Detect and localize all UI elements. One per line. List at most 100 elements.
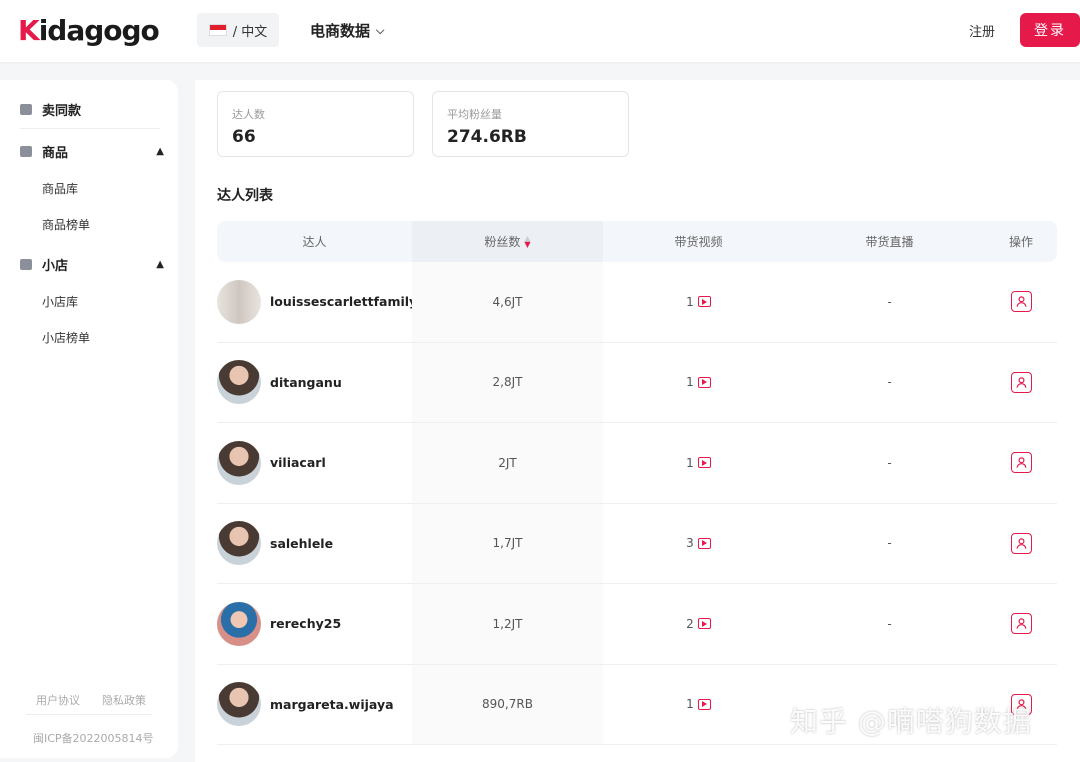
header-actions: 操作 (1008, 235, 1033, 249)
video-count-cell: 1 (603, 423, 794, 503)
table-row[interactable]: viliacarl 2JT 1 - (217, 423, 1057, 504)
creator-cell[interactable]: margareta.wijaya (217, 665, 412, 745)
action-cell (985, 343, 1057, 423)
user-agreement-link[interactable]: 用户协议 (36, 692, 80, 708)
video-link[interactable]: 3 (686, 536, 711, 550)
action-cell (985, 504, 1057, 584)
login-button[interactable]: 登录 (1020, 13, 1080, 47)
action-cell (985, 262, 1057, 342)
register-link[interactable]: 注册 (969, 21, 995, 40)
table-row[interactable]: salehlele 1,7JT 3 - (217, 503, 1057, 584)
sidebar-section-products[interactable]: 商品 ▲ (20, 142, 164, 161)
live-count: - (887, 294, 892, 309)
table-body: louissescarlettfamily 4,6JT 1 - ditangan… (217, 262, 1057, 745)
action-cell (985, 584, 1057, 664)
fans-count: 2,8JT (412, 342, 603, 422)
table-row[interactable]: rerechy25 1,2JT 2 - (217, 584, 1057, 665)
play-icon (697, 457, 711, 469)
creator-cell[interactable]: rerechy25 (217, 584, 412, 664)
play-icon (697, 376, 711, 388)
avatar[interactable] (217, 440, 261, 485)
table-row[interactable]: louissescarlettfamily 4,6JT 1 - (217, 262, 1057, 343)
view-profile-icon[interactable] (1010, 452, 1032, 474)
view-profile-icon[interactable] (1010, 613, 1032, 635)
sidebar: 卖同款 商品 ▲ 商品库 商品榜单 小店 ▲ 小店库 小店榜单 用户协议 隐私政… (0, 80, 178, 758)
play-icon (697, 296, 711, 308)
video-link[interactable]: 2 (686, 617, 711, 631)
fans-count: 1,7JT (412, 503, 603, 583)
avatar[interactable] (217, 360, 261, 405)
bag-icon (20, 146, 32, 157)
sidebar-item-shop-ranking[interactable]: 小店榜单 (42, 329, 90, 346)
fans-count: 4,6JT (412, 262, 603, 342)
creator-name[interactable]: louissescarlettfamily (270, 294, 417, 309)
live-count: - (887, 616, 892, 631)
watermark: 知乎 @嘀嗒狗数据 (790, 705, 1032, 738)
sidebar-footer-links: 用户协议 隐私政策 (36, 692, 146, 708)
creator-table: 达人 粉丝数 ▲ ▼ 带货视频 带货直播 操作 louissescarlettfa… (217, 221, 1057, 745)
sidebar-item-product-library[interactable]: 商品库 (42, 180, 78, 197)
live-count: - (887, 455, 892, 470)
fans-count: 2JT (412, 423, 603, 503)
store-icon (20, 259, 32, 270)
action-cell (985, 423, 1057, 503)
ecommerce-data-menu[interactable]: 电商数据 ⌵ (310, 20, 384, 41)
chevron-up-icon: ▲ (156, 146, 164, 157)
sort-icon[interactable]: ▲ ▼ (524, 234, 530, 248)
video-count-cell: 2 (603, 584, 794, 664)
live-count: - (887, 375, 892, 390)
video-link[interactable]: 1 (686, 295, 711, 309)
play-icon (697, 618, 711, 630)
sidebar-item-product-ranking[interactable]: 商品榜单 (42, 216, 90, 233)
stat-card-creator-count: 达人数 66 (217, 91, 414, 157)
creator-name[interactable]: viliacarl (270, 455, 326, 470)
chevron-down-icon: ⌵ (376, 23, 385, 37)
sidebar-item-same-product[interactable]: 卖同款 (20, 100, 164, 119)
shop-icon (20, 104, 32, 115)
live-count: - (887, 536, 892, 551)
icp-record: 闽ICP备2022005814号 (33, 732, 154, 745)
creator-name[interactable]: ditanganu (270, 375, 342, 390)
creator-list-title: 达人列表 (217, 188, 273, 204)
avatar[interactable] (217, 521, 261, 566)
video-link[interactable]: 1 (686, 697, 711, 711)
creator-cell[interactable]: salehlele (217, 504, 412, 584)
header-fans[interactable]: 粉丝数 ▲ ▼ (412, 221, 603, 262)
video-count-cell: 3 (603, 504, 794, 584)
video-link[interactable]: 1 (686, 456, 711, 470)
avatar[interactable] (217, 601, 261, 646)
language-switcher[interactable]: / 中文 (197, 13, 279, 47)
sidebar-item-shop-library[interactable]: 小店库 (42, 293, 78, 310)
divider (26, 714, 152, 715)
chevron-up-icon: ▲ (156, 259, 164, 270)
sidebar-section-shops[interactable]: 小店 ▲ (20, 255, 164, 274)
play-icon (697, 698, 711, 710)
main-content: 达人数 66 平均粉丝量 274.6RB 达人列表 达人 粉丝数 ▲ ▼ 带货视频… (195, 80, 1080, 762)
privacy-policy-link[interactable]: 隐私政策 (102, 692, 146, 708)
play-icon (697, 537, 711, 549)
view-profile-icon[interactable] (1010, 532, 1032, 554)
creator-name[interactable]: salehlele (270, 536, 333, 551)
avatar[interactable] (217, 682, 261, 727)
creator-cell[interactable]: louissescarlettfamily (217, 262, 417, 342)
brand-logo[interactable]: Kidagogo (18, 14, 160, 47)
stat-card-avg-fans: 平均粉丝量 274.6RB (432, 91, 629, 157)
creator-cell[interactable]: viliacarl (217, 423, 412, 503)
creator-name[interactable]: margareta.wijaya (270, 697, 394, 712)
video-link[interactable]: 1 (686, 375, 711, 389)
avatar[interactable] (217, 279, 261, 324)
header-live: 带货直播 (865, 235, 914, 249)
video-count-cell: 1 (603, 343, 794, 423)
top-header: Kidagogo / 中文 电商数据 ⌵ 注册 登录 (0, 0, 1080, 62)
view-profile-icon[interactable] (1010, 371, 1032, 393)
table-header: 达人 粉丝数 ▲ ▼ 带货视频 带货直播 操作 (217, 221, 1057, 262)
table-row[interactable]: ditanganu 2,8JT 1 - (217, 342, 1057, 423)
creator-name[interactable]: rerechy25 (270, 616, 341, 631)
fans-count: 1,2JT (412, 584, 603, 664)
creator-cell[interactable]: ditanganu (217, 343, 412, 423)
divider (20, 128, 160, 129)
header-videos: 带货视频 (674, 235, 723, 249)
indonesia-flag-icon (208, 24, 227, 36)
video-count-cell: 1 (603, 262, 794, 342)
view-profile-icon[interactable] (1010, 291, 1032, 313)
